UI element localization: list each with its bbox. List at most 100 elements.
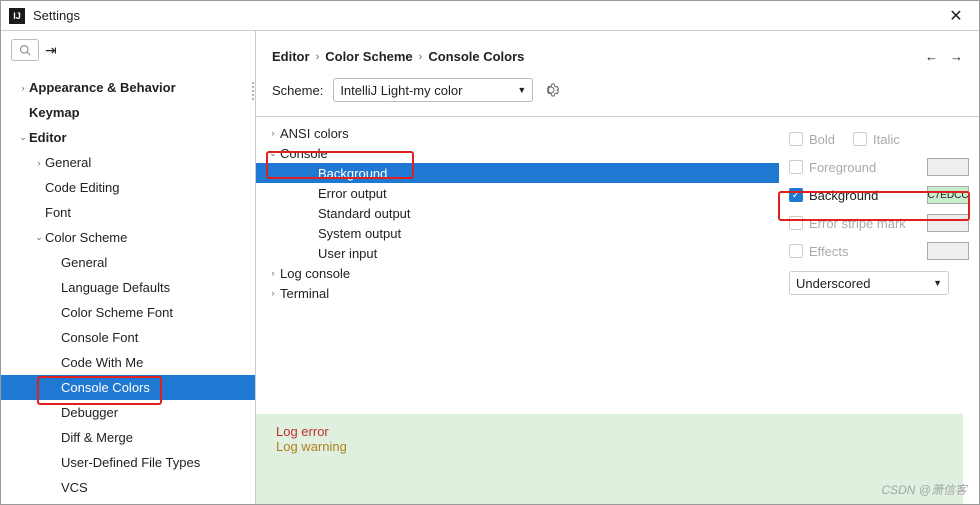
- color-tree-label: Console: [280, 146, 328, 161]
- foreground-swatch[interactable]: [927, 158, 969, 176]
- watermark: CSDN @萧信客: [881, 481, 967, 498]
- gear-icon[interactable]: [543, 82, 559, 98]
- background-label: Background: [809, 188, 878, 203]
- error-stripe-checkbox[interactable]: [789, 216, 803, 230]
- sidebar-item[interactable]: General: [1, 250, 255, 275]
- sidebar-item[interactable]: Code Editing: [1, 175, 255, 200]
- sidebar-item-label: Debugger: [61, 405, 118, 420]
- sidebar-item[interactable]: Diff & Merge: [1, 425, 255, 450]
- color-tree-item[interactable]: Background: [256, 163, 779, 183]
- sidebar-item[interactable]: ⌄Editor: [1, 125, 255, 150]
- forward-icon[interactable]: →: [950, 49, 963, 64]
- sidebar-item-label: VCS: [61, 480, 88, 495]
- effects-checkbox[interactable]: [789, 244, 803, 258]
- foreground-label: Foreground: [809, 160, 876, 175]
- color-tree-item[interactable]: ›ANSI colors: [256, 123, 779, 143]
- color-tree-label: Log console: [280, 266, 350, 281]
- sidebar-item-label: Code Editing: [45, 180, 119, 195]
- color-tree-item[interactable]: System output: [256, 223, 779, 243]
- sidebar-item[interactable]: ›Appearance & Behavior: [1, 75, 255, 100]
- sidebar-item-label: General: [61, 255, 107, 270]
- sidebar-item-label: Language Defaults: [61, 280, 170, 295]
- scheme-dropdown[interactable]: IntelliJ Light-my color ▼: [333, 78, 533, 102]
- effects-type: Underscored: [796, 276, 870, 291]
- sidebar-item-label: Diff & Merge: [61, 430, 133, 445]
- separator-icon: ⇥: [45, 42, 57, 59]
- sidebar-item-label: Font: [45, 205, 71, 220]
- effects-swatch[interactable]: [927, 242, 969, 260]
- sidebar-item-label: Keymap: [29, 105, 80, 120]
- color-tree-label: ANSI colors: [280, 126, 349, 141]
- sidebar-item[interactable]: Color Scheme Font: [1, 300, 255, 325]
- italic-label: Italic: [873, 132, 900, 147]
- chevron-icon: ›: [266, 268, 280, 278]
- preview-panel: Log error Log warning: [256, 414, 963, 504]
- preview-log-error: Log error: [276, 424, 943, 439]
- bold-checkbox: [789, 132, 803, 146]
- sidebar-item[interactable]: ⌄Color Scheme: [1, 225, 255, 250]
- color-tree-item[interactable]: ›Log console: [256, 263, 779, 283]
- sidebar-item-label: General: [45, 155, 91, 170]
- chevron-icon: ›: [266, 288, 280, 298]
- color-tree-label: Standard output: [318, 206, 411, 221]
- color-tree-label: Background: [318, 166, 387, 181]
- effects-label: Effects: [809, 244, 849, 259]
- color-tree-item[interactable]: Error output: [256, 183, 779, 203]
- breadcrumb[interactable]: Color Scheme: [325, 49, 412, 64]
- scheme-label: Scheme:: [272, 83, 323, 98]
- chevron-icon: ⌄: [17, 132, 29, 143]
- sidebar-item-label: Appearance & Behavior: [29, 80, 176, 95]
- settings-tree: ›Appearance & BehaviorKeymap⌄Editor›Gene…: [1, 69, 255, 504]
- sidebar-item[interactable]: VCS: [1, 475, 255, 500]
- sidebar-item[interactable]: Debugger: [1, 400, 255, 425]
- sidebar-item-label: Code With Me: [61, 355, 143, 370]
- breadcrumb[interactable]: Console Colors: [428, 49, 524, 64]
- chevron-icon: ›: [33, 158, 45, 168]
- color-tree-label: User input: [318, 246, 377, 261]
- color-tree-item[interactable]: User input: [256, 243, 779, 263]
- chevron-icon: ⌄: [266, 148, 280, 159]
- scheme-value: IntelliJ Light-my color: [340, 83, 462, 98]
- sidebar-item[interactable]: Console Font: [1, 325, 255, 350]
- error-stripe-swatch[interactable]: [927, 214, 969, 232]
- color-tree-item[interactable]: ›Terminal: [256, 283, 779, 303]
- background-checkbox[interactable]: ✓: [789, 188, 803, 202]
- back-icon[interactable]: ←: [925, 49, 938, 64]
- color-tree-label: Error output: [318, 186, 387, 201]
- title-bar: IJ Settings ✕: [1, 1, 979, 31]
- chevron-right-icon: ›: [419, 51, 423, 63]
- error-stripe-label: Error stripe mark: [809, 216, 906, 231]
- sidebar-item[interactable]: Keymap: [1, 100, 255, 125]
- sidebar-item[interactable]: Font: [1, 200, 255, 225]
- bold-label: Bold: [809, 132, 835, 147]
- preview-log-warning: Log warning: [276, 439, 943, 454]
- color-tree-item[interactable]: Standard output: [256, 203, 779, 223]
- breadcrumb[interactable]: Editor: [272, 49, 310, 64]
- color-tree-item[interactable]: ⌄Console: [256, 143, 779, 163]
- sidebar-item-label: User-Defined File Types: [61, 455, 200, 470]
- chevron-icon: ›: [266, 128, 280, 138]
- search-icon: [19, 44, 31, 56]
- sidebar-item[interactable]: Language Defaults: [1, 275, 255, 300]
- sidebar-item[interactable]: ›General: [1, 150, 255, 175]
- search-input[interactable]: [11, 39, 39, 61]
- close-icon[interactable]: ✕: [941, 1, 971, 31]
- chevron-down-icon: ▼: [517, 85, 526, 95]
- color-tree-label: System output: [318, 226, 401, 241]
- sidebar-item-label: Editor: [29, 130, 67, 145]
- foreground-checkbox[interactable]: [789, 160, 803, 174]
- sidebar-item[interactable]: User-Defined File Types: [1, 450, 255, 475]
- sidebar-item[interactable]: Console Colors: [1, 375, 255, 400]
- chevron-icon: ›: [17, 83, 29, 93]
- app-icon: IJ: [9, 8, 25, 24]
- window-title: Settings: [33, 8, 941, 23]
- chevron-down-icon: ▼: [933, 278, 942, 288]
- settings-sidebar: ⇥ ›Appearance & BehaviorKeymap⌄Editor›Ge…: [1, 31, 256, 504]
- sidebar-item[interactable]: Code With Me: [1, 350, 255, 375]
- sidebar-item-label: Color Scheme Font: [61, 305, 173, 320]
- sidebar-item-label: Color Scheme: [45, 230, 127, 245]
- color-tree-label: Terminal: [280, 286, 329, 301]
- background-swatch[interactable]: C7EDCC: [927, 186, 969, 204]
- chevron-right-icon: ›: [316, 51, 320, 63]
- sidebar-item-label: Console Colors: [61, 380, 150, 395]
